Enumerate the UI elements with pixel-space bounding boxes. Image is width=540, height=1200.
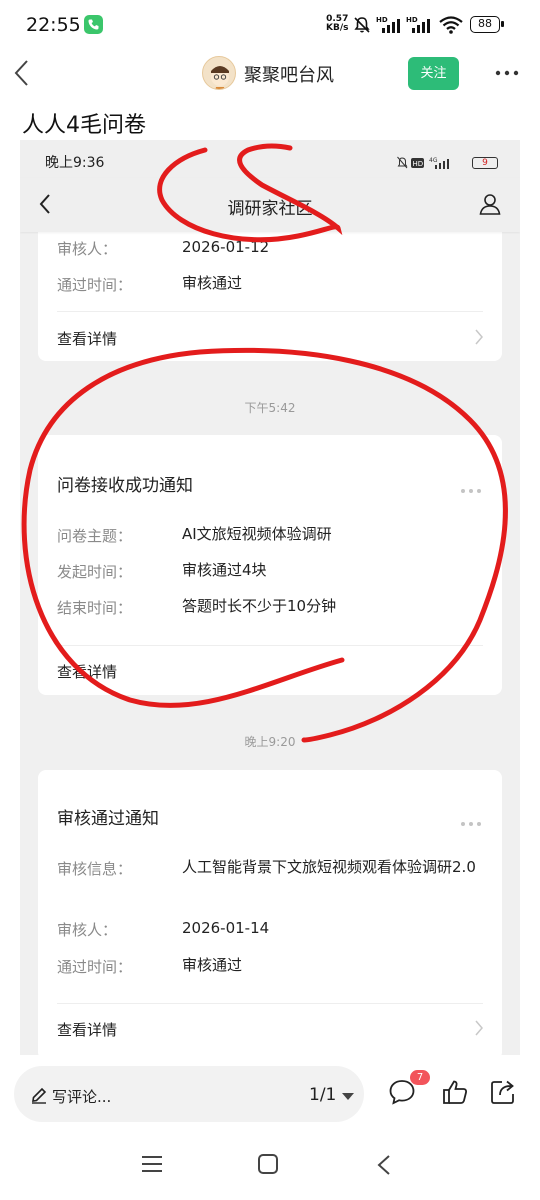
back-icon[interactable] xyxy=(12,58,32,92)
divider xyxy=(57,1003,483,1004)
row-value: 2026-01-12 xyxy=(182,238,270,256)
net-speed-unit: KB/s xyxy=(326,23,349,33)
chevron-down-icon[interactable] xyxy=(342,1093,354,1100)
user-icon xyxy=(478,192,502,220)
app-header: 聚聚吧台风 关注 xyxy=(0,52,540,96)
row-label: 发起时间： xyxy=(57,563,133,581)
system-nav-bar xyxy=(0,1140,540,1200)
home-icon[interactable] xyxy=(257,1154,279,1178)
share-icon[interactable] xyxy=(489,1078,517,1110)
row-label: 结束时间： xyxy=(57,599,133,617)
status-time: 22:55 xyxy=(26,14,81,36)
mute-icon xyxy=(352,15,372,39)
row-value: 人工智能背景下文旅短视频观看体验调研2.0 xyxy=(182,858,476,876)
comment-count-badge: 7 xyxy=(410,1070,430,1085)
inner-status-bar: 晚上9:36 HD 4G 9 xyxy=(20,140,520,178)
comment-input[interactable]: 写评论... 1/1 xyxy=(14,1066,364,1122)
questionnaire-card: 问卷接收成功通知 问卷主题： AI文旅短视频体验调研 发起时间： 审核通过4块 … xyxy=(38,435,502,695)
inner-nav-bar: 调研家社区 xyxy=(20,178,520,232)
timestamp: 下午5:42 xyxy=(244,401,296,415)
signal-icon-2: HD xyxy=(406,15,434,39)
row-value: 审核通过 xyxy=(182,956,243,974)
header-title[interactable]: 聚聚吧台风 xyxy=(244,61,334,87)
divider xyxy=(57,645,483,646)
row-value: AI文旅短视频体验调研 xyxy=(182,525,332,543)
view-details-link: 查看详情 xyxy=(57,330,118,348)
menu-icon[interactable] xyxy=(141,1154,163,1178)
row-value: 审核通过4块 xyxy=(182,561,267,579)
nav-back-icon[interactable] xyxy=(376,1154,392,1180)
card-title: 审核通过通知 xyxy=(57,809,159,829)
wifi-icon xyxy=(438,15,464,39)
row-label: 通过时间： xyxy=(57,958,133,976)
card-more-icon xyxy=(460,812,482,831)
divider xyxy=(57,311,483,312)
chevron-right-icon xyxy=(474,1019,484,1041)
pen-icon xyxy=(30,1086,48,1108)
chevron-right-icon xyxy=(474,328,484,350)
timestamp: 晚上9:20 xyxy=(244,735,296,749)
row-value: 2026-01-14 xyxy=(182,919,270,937)
comment-bar: 写评论... 1/1 7 xyxy=(0,1060,540,1128)
comment-placeholder: 写评论... xyxy=(52,1088,112,1106)
net-speed: 0.57 KB/s xyxy=(326,15,348,33)
post-title: 人人4毛问卷 xyxy=(22,113,146,138)
more-icon[interactable] xyxy=(494,65,520,84)
card-title: 问卷接收成功通知 xyxy=(57,476,193,496)
review-card-bottom: 审核通过通知 审核信息： 人工智能背景下文旅短视频观看体验调研2.0 审核人： … xyxy=(38,770,502,1055)
follow-button[interactable]: 关注 xyxy=(408,57,459,90)
svg-text:HD: HD xyxy=(376,16,388,24)
inner-nav-title: 调研家社区 xyxy=(227,199,313,219)
avatar[interactable] xyxy=(202,56,236,90)
phone-icon xyxy=(84,15,103,34)
row-label: 问卷主题： xyxy=(57,527,133,545)
row-value: 审核通过 xyxy=(182,274,243,292)
battery-indicator: 88 xyxy=(470,16,504,33)
inner-status-icons: HD 4G 9 xyxy=(397,152,498,171)
row-label: 审核人： xyxy=(57,240,118,258)
status-bar: 22:55 0.57 KB/s HD HD 88 xyxy=(0,0,540,52)
row-label: 审核信息： xyxy=(57,860,133,878)
view-details-link: 查看详情 xyxy=(57,663,118,681)
svg-text:HD: HD xyxy=(412,160,423,168)
page-indicator[interactable]: 1/1 xyxy=(309,1085,336,1105)
row-label: 审核人： xyxy=(57,921,118,939)
like-icon[interactable] xyxy=(441,1078,469,1110)
row-value: 答题时长不少于10分钟 xyxy=(182,597,337,615)
svg-text:HD: HD xyxy=(406,16,418,24)
view-details-link: 查看详情 xyxy=(57,1021,118,1039)
signal-icon: HD xyxy=(376,15,404,39)
inner-battery: 9 xyxy=(472,156,498,169)
svg-text:4G: 4G xyxy=(429,157,438,164)
inner-status-time: 晚上9:36 xyxy=(45,155,105,171)
card-more-icon xyxy=(460,479,482,498)
post-image[interactable]: 晚上9:36 HD 4G 9 调研家社区 审核人： 2026-01-12 通过时… xyxy=(20,140,520,1055)
row-label: 通过时间： xyxy=(57,276,133,294)
